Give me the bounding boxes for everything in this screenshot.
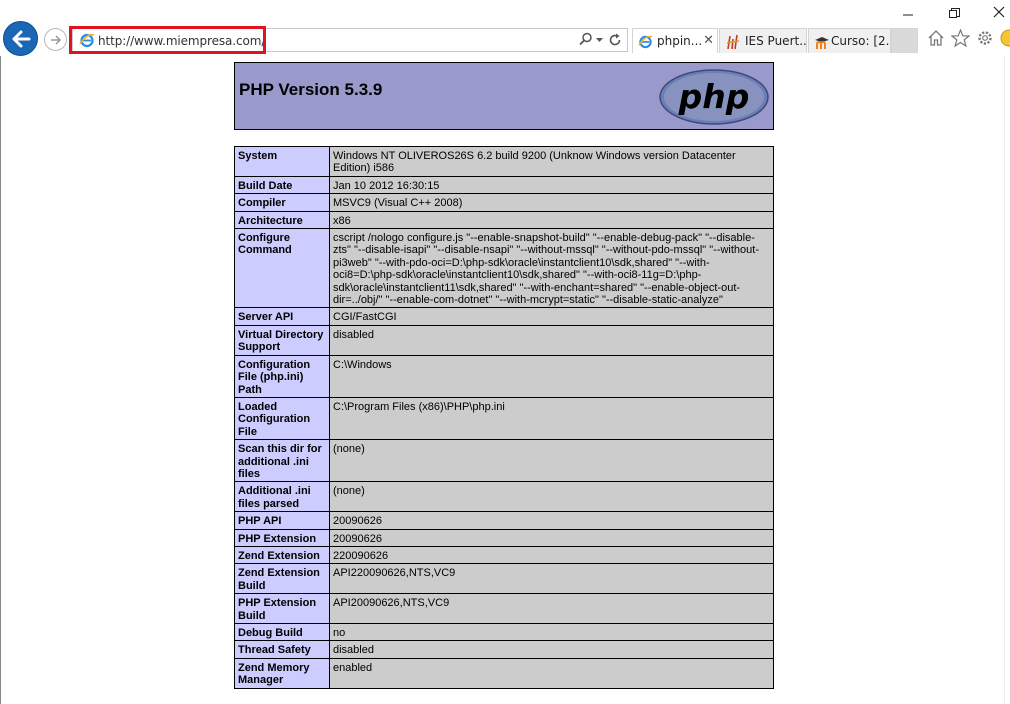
favorites-star-icon[interactable]: [951, 29, 970, 47]
table-row: Architecture x86: [234, 210, 774, 230]
row-key: Compiler: [234, 193, 330, 212]
table-row: Configure Command cscript /nologo configu…: [234, 228, 774, 309]
row-value: Windows NT OLIVEROS26S 6.2 build 9200 (U…: [329, 146, 774, 177]
table-row: Build Date Jan 10 2012 16:30:15: [234, 175, 774, 195]
browser-toolbar: http://www.miempresa.com/ phpin... ✕ IES…: [0, 0, 1010, 56]
row-key: Debug Build: [234, 622, 330, 642]
table-row: PHP API 20090626: [234, 511, 774, 530]
new-tab-button[interactable]: [891, 28, 918, 53]
row-value: (none): [329, 439, 774, 483]
row-value: x86: [329, 210, 774, 230]
chevron-down-icon[interactable]: [596, 38, 603, 43]
table-row: System Windows NT OLIVEROS26S 6.2 build 9…: [234, 146, 774, 177]
table-row: Zend Memory Manager enabled: [234, 657, 774, 689]
window-left-edge: [0, 56, 1, 704]
table-row: Debug Build no: [234, 622, 774, 642]
back-arrow-icon: [12, 30, 31, 48]
row-key: Scan this dir for additional .ini files: [234, 439, 330, 483]
php-logo-text: php: [678, 77, 750, 116]
table-row: Thread Safety disabled: [234, 640, 774, 659]
row-value: enabled: [329, 657, 774, 689]
table-row: Scan this dir for additional .ini files(…: [234, 439, 774, 483]
row-value: 20090626: [329, 528, 774, 547]
moodle-icon: [815, 37, 829, 49]
smiley-icon[interactable]: [1000, 29, 1010, 47]
address-bar[interactable]: http://www.miempresa.com/: [72, 28, 628, 52]
row-key: Zend Extension Build: [234, 563, 330, 595]
row-value: Jan 10 2012 16:30:15: [329, 175, 774, 195]
close-tab-icon[interactable]: ✕: [703, 33, 714, 48]
row-value: 220090626: [329, 545, 774, 565]
row-key: Virtual Directory Support: [234, 324, 330, 356]
row-key: Architecture: [234, 210, 330, 230]
php-logo-icon: php: [659, 69, 769, 125]
restore-window-icon[interactable]: [949, 8, 960, 19]
tab-label: IES Puert...: [745, 34, 807, 48]
row-value: C:\Windows: [329, 354, 774, 398]
ie-logo-icon: [638, 35, 653, 49]
row-value: API220090626,NTS,VC9: [329, 563, 774, 595]
tab-label: Curso: [2...: [831, 34, 891, 48]
table-row: PHP Extension 20090626: [234, 528, 774, 547]
table-row: Configuration File (php.ini) Path C:\Wind…: [234, 354, 774, 398]
row-value: C:\Program Files (x86)\PHP\php.ini: [329, 396, 774, 441]
row-value: no: [329, 622, 774, 642]
forward-button[interactable]: [44, 28, 67, 51]
row-key: Zend Extension: [234, 545, 330, 565]
table-row: Zend Extension Build API220090626,NTS,VC9: [234, 563, 774, 595]
table-row: Zend Extension 220090626: [234, 545, 774, 565]
phpinfo-page: PHP Version 5.3.9 php System Windows NT O…: [234, 62, 774, 689]
tab-phpinfo[interactable]: phpin... ✕: [632, 28, 718, 53]
row-value: cscript /nologo configure.js "--enable-s…: [329, 228, 774, 309]
row-key: Thread Safety: [234, 640, 330, 659]
table-row: Additional .ini files parsed (none): [234, 481, 774, 513]
tab-curso[interactable]: Curso: [2...: [808, 28, 891, 53]
row-key: PHP API: [234, 511, 330, 530]
row-value: disabled: [329, 324, 774, 356]
row-value: MSVC9 (Visual C++ 2008): [329, 193, 774, 212]
row-key: Configuration File (php.ini) Path: [234, 354, 330, 398]
tab-label: phpin...: [657, 34, 703, 48]
row-key: Server API: [234, 307, 330, 326]
table-row: PHP Extension Build API20090626,NTS,VC9: [234, 593, 774, 624]
table-row: Loaded Configuration File C:\Program File…: [234, 396, 774, 441]
table-row: Compiler MSVC9 (Visual C++ 2008): [234, 193, 774, 212]
row-key: Zend Memory Manager: [234, 657, 330, 689]
row-value: 20090626: [329, 511, 774, 530]
table-row: Virtual Directory Support disabled: [234, 324, 774, 356]
minimize-icon[interactable]: [902, 5, 914, 17]
row-key: Additional .ini files parsed: [234, 481, 330, 513]
row-key: Configure Command: [234, 228, 330, 309]
row-key: PHP Extension Build: [234, 593, 330, 624]
refresh-icon[interactable]: [608, 33, 622, 47]
table-row: Server API CGI/FastCGI: [234, 307, 774, 326]
row-key: Loaded Configuration File: [234, 396, 330, 441]
back-button[interactable]: [3, 21, 38, 56]
close-window-icon[interactable]: [993, 6, 1005, 18]
vertical-scrollbar[interactable]: [1004, 56, 1010, 704]
row-key: PHP Extension: [234, 528, 330, 547]
row-value: API20090626,NTS,VC9: [329, 593, 774, 624]
search-icon[interactable]: [579, 32, 593, 46]
settings-gear-icon[interactable]: [976, 29, 994, 47]
php-info-table: System Windows NT OLIVEROS26S 6.2 build 9…: [234, 146, 774, 689]
forward-arrow-icon: [51, 35, 62, 45]
home-icon[interactable]: [927, 29, 945, 46]
row-value: disabled: [329, 640, 774, 659]
ie-logo-icon: [79, 33, 95, 48]
row-key: System: [234, 146, 330, 177]
row-value: CGI/FastCGI: [329, 307, 774, 326]
url-text[interactable]: http://www.miempresa.com/: [98, 34, 265, 48]
row-key: Build Date: [234, 175, 330, 195]
tab-ies-puerto[interactable]: IES Puert...: [719, 28, 807, 53]
php-version-header: PHP Version 5.3.9 php: [234, 62, 774, 130]
site-favicon-icon: [726, 34, 740, 50]
row-value: (none): [329, 481, 774, 513]
php-version-title: PHP Version 5.3.9: [239, 80, 383, 99]
